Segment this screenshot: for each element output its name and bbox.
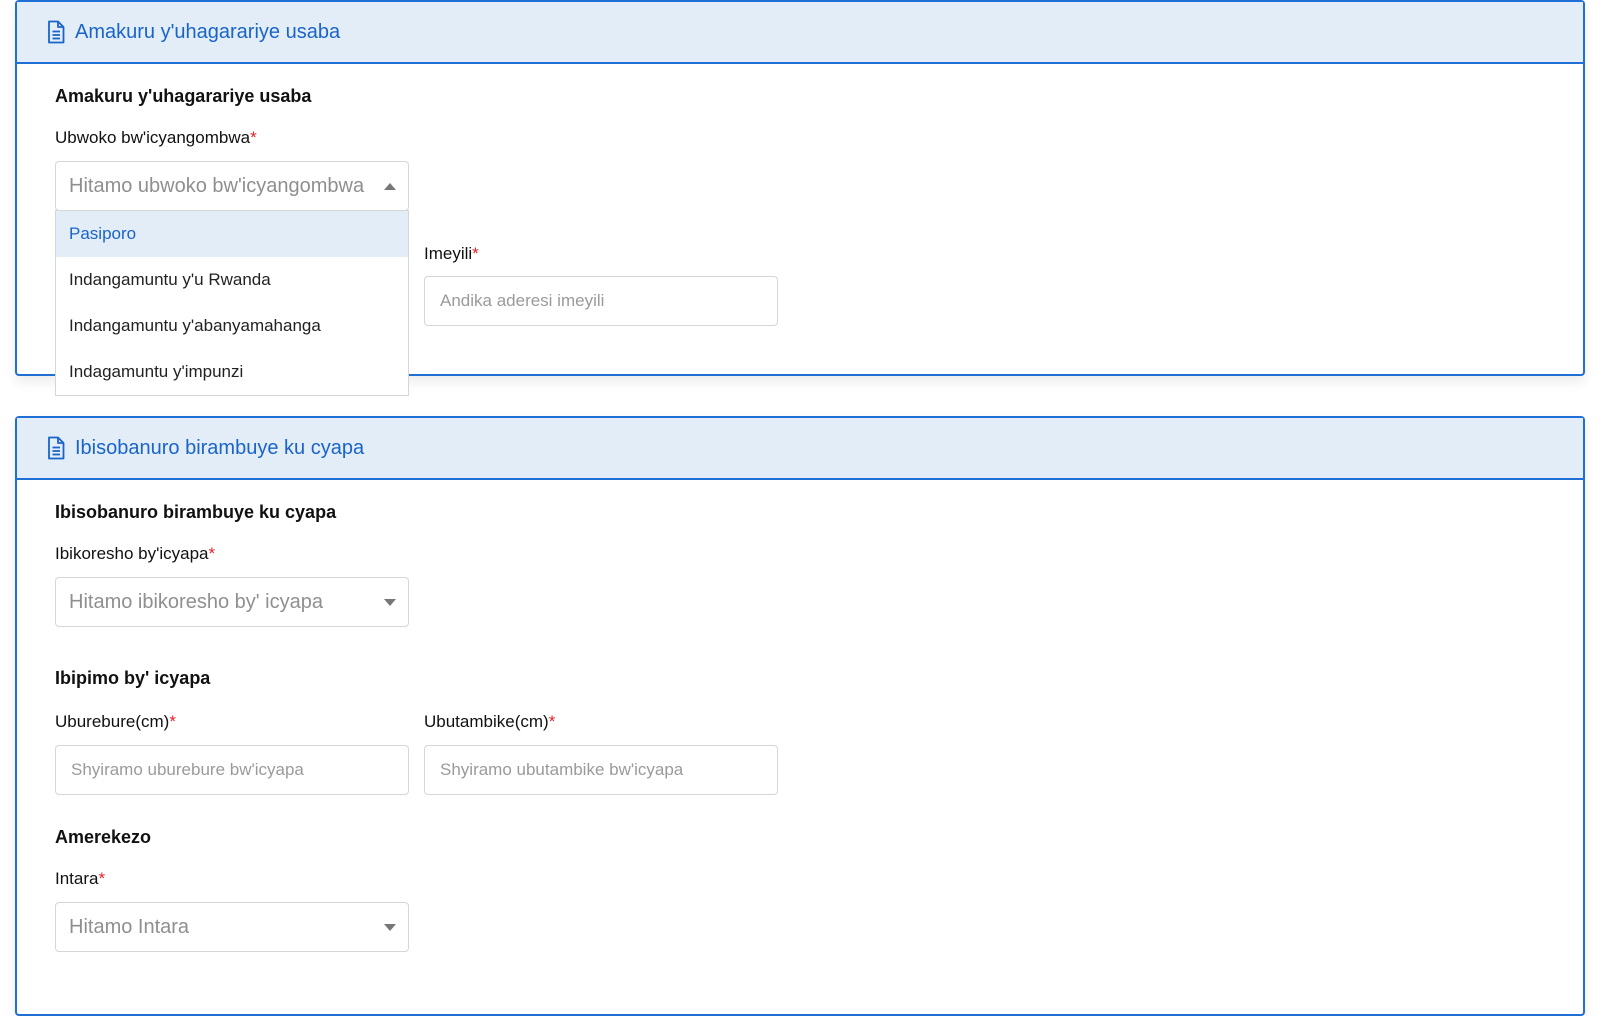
email-placeholder: Andika aderesi imeyili	[440, 291, 605, 310]
length-placeholder: Shyiramo uburebure bw'icyapa	[71, 760, 304, 779]
materials-label-text: Ibikoresho by'icyapa	[55, 544, 209, 563]
document-icon	[45, 20, 67, 44]
chevron-down-icon	[384, 599, 396, 606]
required-mark: *	[98, 869, 106, 888]
width-field[interactable]: Shyiramo ubutambike bw'icyapa	[424, 745, 778, 795]
id-type-label: Ubwoko bw'icyangombwa*	[55, 128, 257, 148]
province-label: Intara*	[55, 869, 105, 889]
dropdown-option-foreigner-id[interactable]: Indangamuntu y'abanyamahanga	[56, 303, 408, 349]
billboard-details-panel: Ibisobanuro birambuye ku cyapa Ibisobanu…	[15, 416, 1585, 1016]
email-label: Imeyili*	[424, 244, 479, 264]
province-select-placeholder: Hitamo Intara	[69, 915, 190, 938]
length-label-text: Uburebure(cm)	[55, 712, 170, 731]
materials-select-placeholder: Hitamo ibikoresho by' icyapa	[69, 590, 323, 613]
width-label: Ubutambike(cm)*	[424, 712, 555, 732]
required-mark: *	[548, 712, 556, 731]
dimensions-title: Ibipimo by' icyapa	[55, 668, 211, 688]
panel-title: Amakuru y'uhagarariye usaba	[75, 20, 341, 43]
panel-header: Ibisobanuro birambuye ku cyapa	[17, 418, 1583, 480]
email-field[interactable]: Andika aderesi imeyili	[424, 276, 778, 326]
dropdown-option-rwanda-id[interactable]: Indangamuntu y'u Rwanda	[56, 257, 408, 303]
document-icon	[45, 436, 67, 460]
required-mark: *	[169, 712, 176, 731]
chevron-down-icon	[384, 924, 396, 931]
dropdown-option-refugee-id[interactable]: Indagamuntu y'impunzi	[56, 349, 408, 395]
chevron-up-icon	[384, 183, 396, 190]
length-field[interactable]: Shyiramo uburebure bw'icyapa	[55, 745, 409, 795]
id-type-dropdown-menu: Pasiporo Indangamuntu y'u Rwanda Indanga…	[55, 210, 409, 396]
length-label: Uburebure(cm)*	[55, 712, 176, 732]
materials-label: Ibikoresho by'icyapa*	[55, 544, 215, 564]
province-label-text: Intara	[55, 869, 99, 888]
email-label-text: Imeyili	[424, 244, 473, 263]
width-label-text: Ubutambike(cm)	[424, 712, 549, 731]
location-title: Amerekezo	[55, 827, 152, 847]
dropdown-option-passport[interactable]: Pasiporo	[56, 211, 408, 257]
section-subtitle: Ibisobanuro birambuye ku cyapa	[55, 502, 337, 522]
required-mark: *	[208, 544, 216, 563]
section-subtitle: Amakuru y'uhagarariye usaba	[55, 86, 312, 106]
id-type-select[interactable]: Hitamo ubwoko bw'icyangombwa	[55, 161, 409, 211]
province-select[interactable]: Hitamo Intara	[55, 902, 409, 952]
materials-select[interactable]: Hitamo ibikoresho by' icyapa	[55, 577, 409, 627]
panel-header: Amakuru y'uhagarariye usaba	[17, 2, 1583, 64]
id-type-select-placeholder: Hitamo ubwoko bw'icyangombwa	[69, 174, 365, 197]
id-type-label-text: Ubwoko bw'icyangombwa	[55, 128, 251, 147]
width-placeholder: Shyiramo ubutambike bw'icyapa	[440, 760, 684, 779]
required-mark: *	[472, 244, 479, 263]
panel-title: Ibisobanuro birambuye ku cyapa	[75, 436, 365, 459]
required-mark: *	[250, 128, 257, 147]
